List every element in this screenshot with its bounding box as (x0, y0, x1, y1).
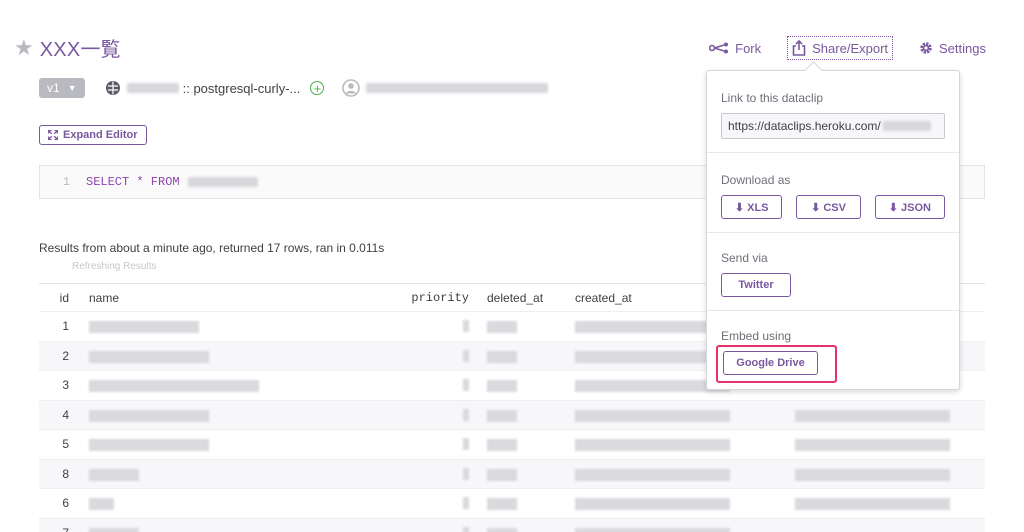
redacted-cell (575, 409, 730, 422)
link-input[interactable]: https://dataclips.heroku.com/ (721, 113, 945, 139)
fork-icon (709, 42, 729, 54)
gear-icon (920, 42, 932, 54)
row-id: 2 (39, 340, 83, 371)
redacted-cell (487, 321, 517, 334)
fork-button[interactable]: Fork (709, 36, 761, 60)
redacted-cell (795, 498, 950, 511)
redacted-cell (487, 409, 517, 422)
redacted-cell (89, 409, 209, 422)
column-header-deleted-at[interactable]: deleted_at (483, 283, 571, 312)
redacted-cell (463, 320, 469, 333)
table-row: 7 (39, 517, 985, 532)
redacted-cell (487, 468, 517, 481)
expand-editor-label: Expand Editor (63, 129, 138, 141)
redacted-cell (463, 408, 469, 421)
chevron-down-icon: ▼ (67, 83, 77, 93)
sql-code: SELECT * FROM (86, 175, 180, 189)
row-id: 1 (39, 311, 83, 341)
twitter-button[interactable]: Twitter (721, 273, 791, 297)
share-export-button[interactable]: Share/Export (787, 36, 894, 60)
column-header-priority[interactable]: priority (383, 283, 483, 312)
redacted-cell (795, 409, 950, 422)
redacted-cell (89, 527, 139, 532)
redacted-cell (795, 468, 950, 481)
table-row: 8 (39, 458, 985, 489)
google-drive-highlight (716, 345, 837, 383)
settings-button[interactable]: Settings (919, 36, 986, 60)
redacted-cell (575, 498, 730, 511)
redacted-link-id (882, 121, 931, 131)
row-id: 3 (39, 370, 83, 400)
database-name[interactable]: :: postgresql-curly-... (183, 81, 301, 96)
link-label: Link to this dataclip (721, 91, 824, 105)
redacted-cell (575, 527, 730, 532)
redacted-owner (366, 83, 549, 93)
expand-icon (48, 130, 58, 140)
redacted-cell (89, 468, 139, 481)
row-id: 4 (39, 399, 83, 430)
redacted-cell (463, 526, 469, 532)
avatar (342, 79, 361, 97)
share-icon (792, 40, 806, 56)
redacted-cell (575, 468, 730, 481)
redacted-app-name (126, 83, 179, 93)
row-id: 7 (39, 517, 83, 532)
redacted-cell (487, 439, 517, 452)
column-header-name[interactable]: name (83, 283, 383, 312)
redacted-cell (487, 498, 517, 511)
row-id: 5 (39, 429, 83, 459)
redacted-cell (487, 527, 517, 532)
table-row: 6 (39, 488, 985, 518)
redacted-cell (463, 379, 469, 392)
refreshing-status: Refreshing Results (72, 261, 157, 272)
redacted-cell (487, 350, 517, 363)
redacted-cell (463, 497, 469, 510)
download-csv-button[interactable]: ⬇ CSV (796, 195, 861, 219)
send-section: Send via Twitter (707, 233, 959, 311)
redacted-cell (89, 380, 259, 393)
link-section: Link to this dataclip https://dataclips.… (707, 71, 959, 153)
redacted-cell (89, 498, 114, 511)
title-row: ★ XXX一覧 (14, 33, 121, 62)
expand-editor-button[interactable]: Expand Editor (39, 125, 147, 145)
version-label: v1 (47, 81, 60, 95)
column-header-id[interactable]: id (39, 283, 83, 312)
download-buttons: ⬇ XLS ⬇ CSV ⬇ JSON (721, 195, 945, 219)
top-nav: Fork Share/Export Settings (683, 36, 986, 60)
redacted-cell (487, 380, 517, 393)
redacted-cell (575, 439, 730, 452)
database-icon (105, 81, 120, 95)
redacted-cell (89, 439, 209, 452)
redacted-cell (89, 321, 199, 334)
download-json-button[interactable]: ⬇ JSON (874, 195, 945, 219)
settings-label: Settings (939, 40, 986, 56)
embed-label: Embed using (721, 329, 792, 343)
download-label: Download as (721, 173, 791, 187)
meta-row: v1 ▼ :: postgresql-curly-... + (39, 78, 549, 98)
table-row: 5 (39, 429, 985, 459)
redacted-cell (463, 438, 469, 451)
redacted-cell (463, 349, 469, 362)
fork-label: Fork (735, 40, 762, 56)
page-title[interactable]: XXX一覧 (40, 33, 121, 62)
row-id: 6 (39, 488, 83, 518)
line-number: 1 (62, 175, 70, 189)
version-select[interactable]: v1 ▼ (39, 78, 85, 98)
results-info: Results from about a minute ago, returne… (39, 241, 385, 255)
share-export-menu: Link to this dataclip https://dataclips.… (706, 70, 960, 390)
redacted-cell (463, 467, 469, 480)
link-value: https://dataclips.heroku.com/ (728, 119, 881, 133)
row-id: 8 (39, 458, 83, 489)
redacted-cell (89, 350, 209, 363)
share-label: Share/Export (812, 40, 889, 56)
download-xls-button[interactable]: ⬇ XLS (721, 195, 783, 219)
redacted-cell (795, 439, 950, 452)
star-icon[interactable]: ★ (14, 35, 34, 61)
redacted-table-name (187, 177, 258, 187)
download-section: Download as ⬇ XLS ⬇ CSV ⬇ JSON (707, 153, 959, 233)
table-row: 4 (39, 399, 985, 430)
add-icon[interactable]: + (310, 81, 325, 95)
send-label: Send via (721, 251, 768, 265)
